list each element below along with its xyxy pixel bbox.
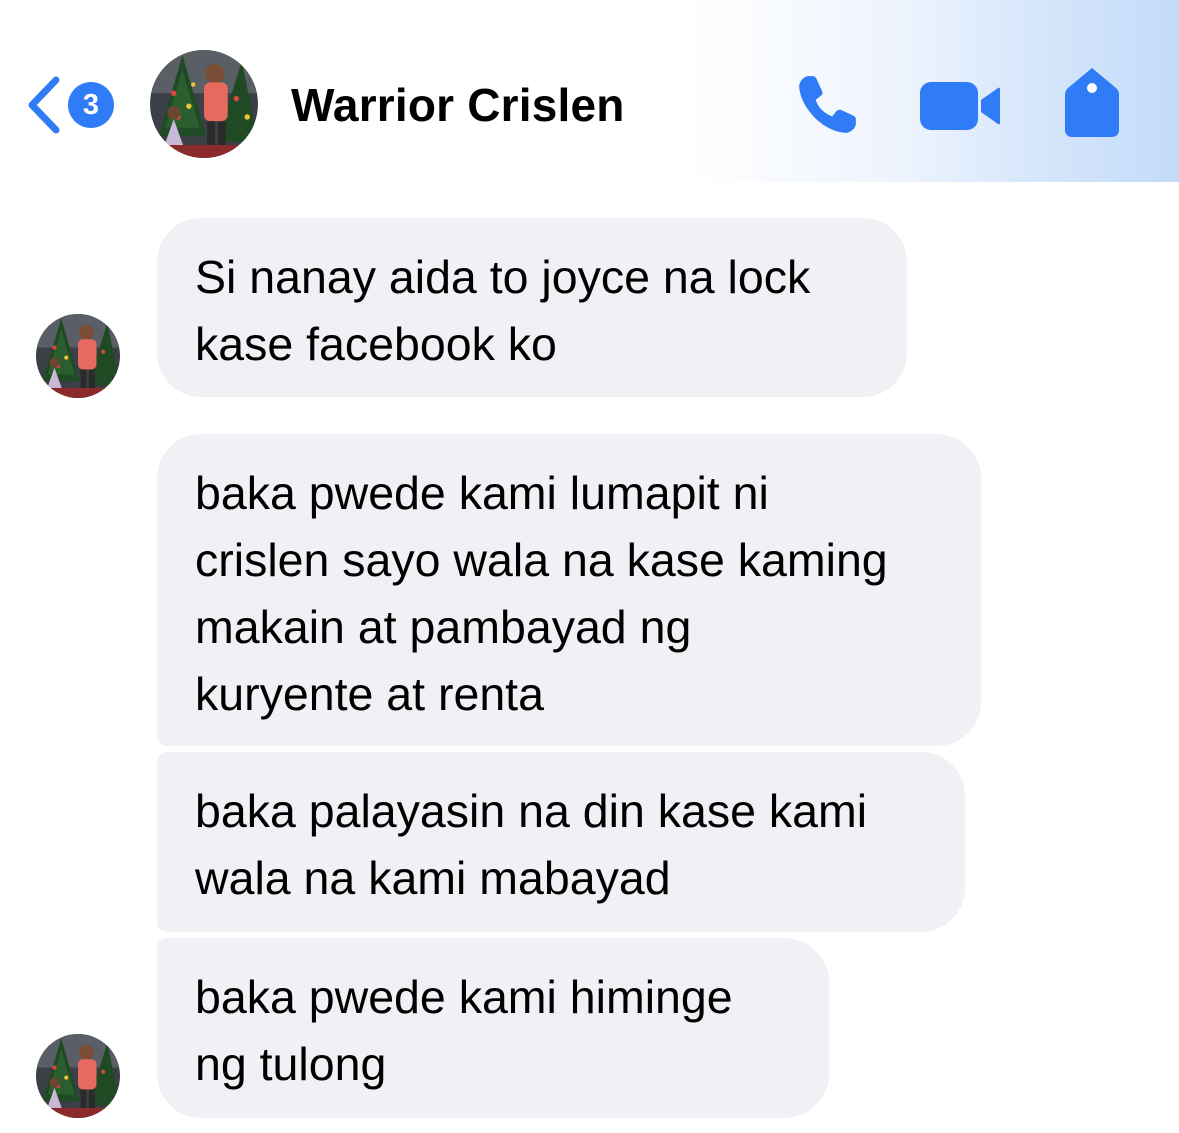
- conversation-header: 3 Warrior Crislen: [0, 0, 1179, 182]
- video-camera-icon: [920, 82, 1000, 130]
- tag-icon: [1065, 68, 1119, 137]
- message-bubble[interactable]: baka pwede kami lumapit ni crislen sayo …: [157, 434, 981, 746]
- unread-count-badge: 3: [68, 82, 114, 128]
- message-bubble[interactable]: baka palayasin na din kase kami wala na …: [157, 752, 965, 932]
- back-button[interactable]: 3: [24, 72, 124, 138]
- info-button[interactable]: [1060, 66, 1124, 140]
- contact-avatar[interactable]: [150, 50, 258, 158]
- sender-avatar[interactable]: [36, 314, 120, 398]
- call-button[interactable]: [792, 72, 862, 138]
- video-call-button[interactable]: [918, 78, 1002, 134]
- message-bubble[interactable]: baka pwede kami himinge ng tulong: [157, 938, 829, 1118]
- phone-icon: [799, 76, 856, 133]
- contact-name[interactable]: Warrior Crislen: [291, 78, 625, 132]
- message-bubble[interactable]: Si nanay aida to joyce na lock kase face…: [157, 218, 907, 397]
- messenger-conversation-screen: 3 Warrior Crislen Si nanay aida to joyce…: [0, 0, 1179, 1133]
- sender-avatar[interactable]: [36, 1034, 120, 1118]
- chevron-left-icon: [28, 76, 60, 134]
